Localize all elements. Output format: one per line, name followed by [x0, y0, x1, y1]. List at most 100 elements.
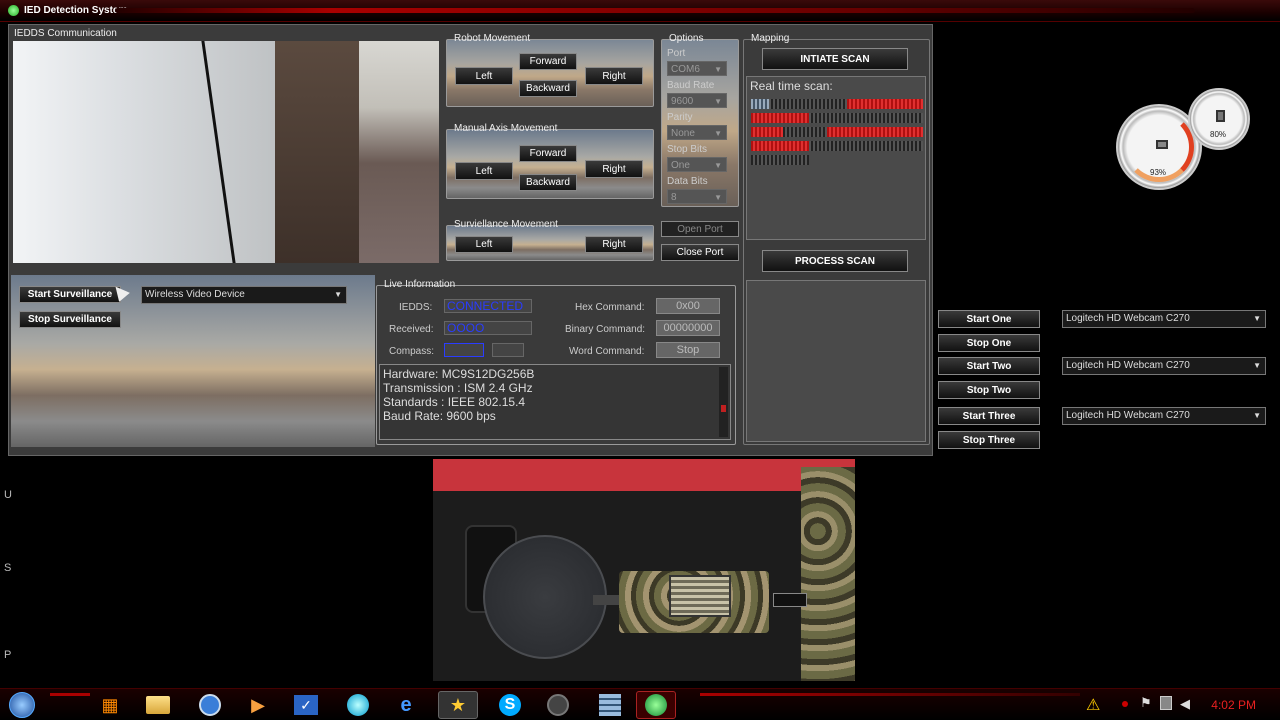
- mapping-group: Mapping INTIATE SCAN Real time scan: PRO…: [743, 33, 930, 445]
- start-camera-two-button[interactable]: Start Two: [938, 357, 1040, 375]
- scroll-thumb[interactable]: [721, 405, 726, 412]
- axis-backward-button[interactable]: Backward: [519, 174, 577, 191]
- chevron-down-icon: ▼: [714, 161, 722, 170]
- port-select[interactable]: COM6 ▼: [667, 61, 727, 76]
- robot-backward-button[interactable]: Backward: [519, 80, 577, 97]
- iedds-status: CONNECTED: [444, 299, 532, 313]
- start-surveillance-button[interactable]: Start Surveillance: [19, 286, 121, 303]
- feed-detector-disc: [483, 535, 607, 659]
- robot-left-button[interactable]: Left: [455, 67, 513, 85]
- camera-one-select[interactable]: Logitech HD Webcam C270 ▼: [1062, 310, 1266, 328]
- camera-three-select[interactable]: Logitech HD Webcam C270 ▼: [1062, 407, 1266, 425]
- scan-row: [751, 141, 923, 151]
- stop-camera-two-button[interactable]: Stop Two: [938, 381, 1040, 399]
- port-select-value: COM6: [671, 64, 700, 75]
- binary-command-label: Binary Command:: [565, 324, 646, 335]
- stop-bits-select[interactable]: One ▼: [667, 157, 727, 172]
- start-button[interactable]: [2, 691, 42, 719]
- stop-surveillance-button[interactable]: Stop Surveillance: [19, 311, 121, 328]
- star-app-icon[interactable]: ★: [438, 691, 478, 719]
- video-device-select[interactable]: Wireless Video Device ▼: [141, 286, 347, 304]
- tasks-icon[interactable]: ✓: [286, 691, 326, 719]
- folder-icon[interactable]: [138, 691, 178, 719]
- feed-flag-patch: [669, 575, 731, 617]
- parity-select-value: None: [671, 128, 695, 139]
- open-port-button[interactable]: Open Port: [661, 221, 739, 237]
- surveillance-right-button[interactable]: Right: [585, 236, 643, 253]
- port-label: Port: [667, 48, 686, 59]
- data-bits-label: Data Bits: [667, 176, 708, 187]
- desktop-edge-letter: P: [4, 649, 12, 661]
- initiate-scan-button[interactable]: INTIATE SCAN: [762, 48, 908, 70]
- mapping-title: Mapping: [751, 33, 790, 44]
- scan-row: [751, 127, 923, 137]
- camera-three-select-value: Logitech HD Webcam C270: [1066, 410, 1190, 421]
- tray-monitor-icon[interactable]: [1160, 696, 1172, 710]
- word-command-value: Stop: [656, 342, 720, 358]
- video-stairs: [359, 41, 439, 263]
- video-wall: [13, 41, 275, 263]
- axis-right-button[interactable]: Right: [585, 160, 643, 178]
- received-value: OOOO: [444, 321, 532, 335]
- manual-axis-title: Manual Axis Movement: [454, 123, 558, 134]
- stop-camera-one-button[interactable]: Stop One: [938, 334, 1040, 352]
- baud-rate-label: Baud Rate: [667, 80, 715, 91]
- controller-glyph: [547, 694, 569, 716]
- robot-right-button[interactable]: Right: [585, 67, 643, 85]
- memory-chip-icon: [1216, 110, 1225, 122]
- film-glyph: [599, 694, 621, 716]
- data-bits-select[interactable]: 8 ▼: [667, 189, 727, 204]
- tray-volume-icon[interactable]: ◀: [1180, 696, 1190, 712]
- tray-warning-icon[interactable]: ⚠: [1086, 695, 1106, 715]
- parity-select[interactable]: None ▼: [667, 125, 727, 140]
- camera-two-select[interactable]: Logitech HD Webcam C270 ▼: [1062, 357, 1266, 375]
- hardware-info-scrollbar[interactable]: [719, 367, 728, 437]
- robot-forward-button[interactable]: Forward: [519, 53, 577, 70]
- realtime-scan-label: Real time scan:: [750, 79, 833, 93]
- film-icon[interactable]: [590, 691, 630, 719]
- scan-bar-red: [751, 127, 783, 137]
- word-command-label: Word Command:: [569, 346, 645, 357]
- internet-explorer-icon[interactable]: e: [386, 691, 426, 719]
- chevron-down-icon: ▼: [714, 193, 722, 202]
- surveillance-movement-title: Surviellance Movement: [454, 219, 558, 230]
- start-camera-three-button[interactable]: Start Three: [938, 407, 1040, 425]
- taskbar-clock[interactable]: 4:02 PM: [1211, 698, 1256, 712]
- process-scan-button[interactable]: PROCESS SCAN: [762, 250, 908, 272]
- axis-left-button[interactable]: Left: [455, 162, 513, 180]
- feed-camo-panel: [801, 467, 855, 681]
- baud-rate-select[interactable]: 9600 ▼: [667, 93, 727, 108]
- chevron-down-icon: ▼: [714, 97, 722, 106]
- chevron-down-icon: ▼: [714, 65, 722, 74]
- surveillance-left-button[interactable]: Left: [455, 236, 513, 253]
- baud-rate-select-value: 9600: [671, 96, 694, 107]
- monitor-icon: [1156, 140, 1168, 149]
- app-icon: [8, 5, 19, 16]
- iedds-app-icon[interactable]: [636, 691, 676, 719]
- axis-forward-button[interactable]: Forward: [519, 145, 577, 162]
- app-launcher-icon[interactable]: ▦: [90, 691, 130, 719]
- chevron-down-icon: ▼: [714, 129, 722, 138]
- hp-glyph: [199, 694, 221, 716]
- stop-camera-three-button[interactable]: Stop Three: [938, 431, 1040, 449]
- start-camera-one-button[interactable]: Start One: [938, 310, 1040, 328]
- close-port-button[interactable]: Close Port: [661, 244, 739, 261]
- game-controller-icon[interactable]: [538, 691, 578, 719]
- tray-record-icon[interactable]: [1122, 701, 1128, 707]
- live-information-title: Live Information: [384, 279, 456, 290]
- title-bar: IED Detection System: [0, 0, 1280, 22]
- tray-flag-icon[interactable]: ⚑: [1140, 695, 1152, 711]
- chevron-down-icon: ▼: [1253, 314, 1261, 323]
- media-player-icon[interactable]: ▶: [238, 691, 278, 719]
- main-window: IEDDS Communication Robot Movement Left …: [8, 24, 933, 456]
- ie-glyph: e: [400, 693, 412, 716]
- browser-globe-icon[interactable]: [338, 691, 378, 719]
- taskbar: ▦ ▶ ✓ e ★ S ⚠ ⚑ ◀ 4:02 PM: [0, 688, 1280, 720]
- iedds-glyph: [645, 694, 667, 716]
- hp-icon[interactable]: [190, 691, 230, 719]
- scan-bar-red: [847, 99, 923, 109]
- chevron-down-icon: ▼: [1253, 361, 1261, 370]
- hardware-info-box[interactable]: Hardware: MC9S12DG256B Transmission : IS…: [379, 364, 731, 440]
- camera-one-select-value: Logitech HD Webcam C270: [1066, 313, 1190, 324]
- skype-icon[interactable]: S: [490, 691, 530, 719]
